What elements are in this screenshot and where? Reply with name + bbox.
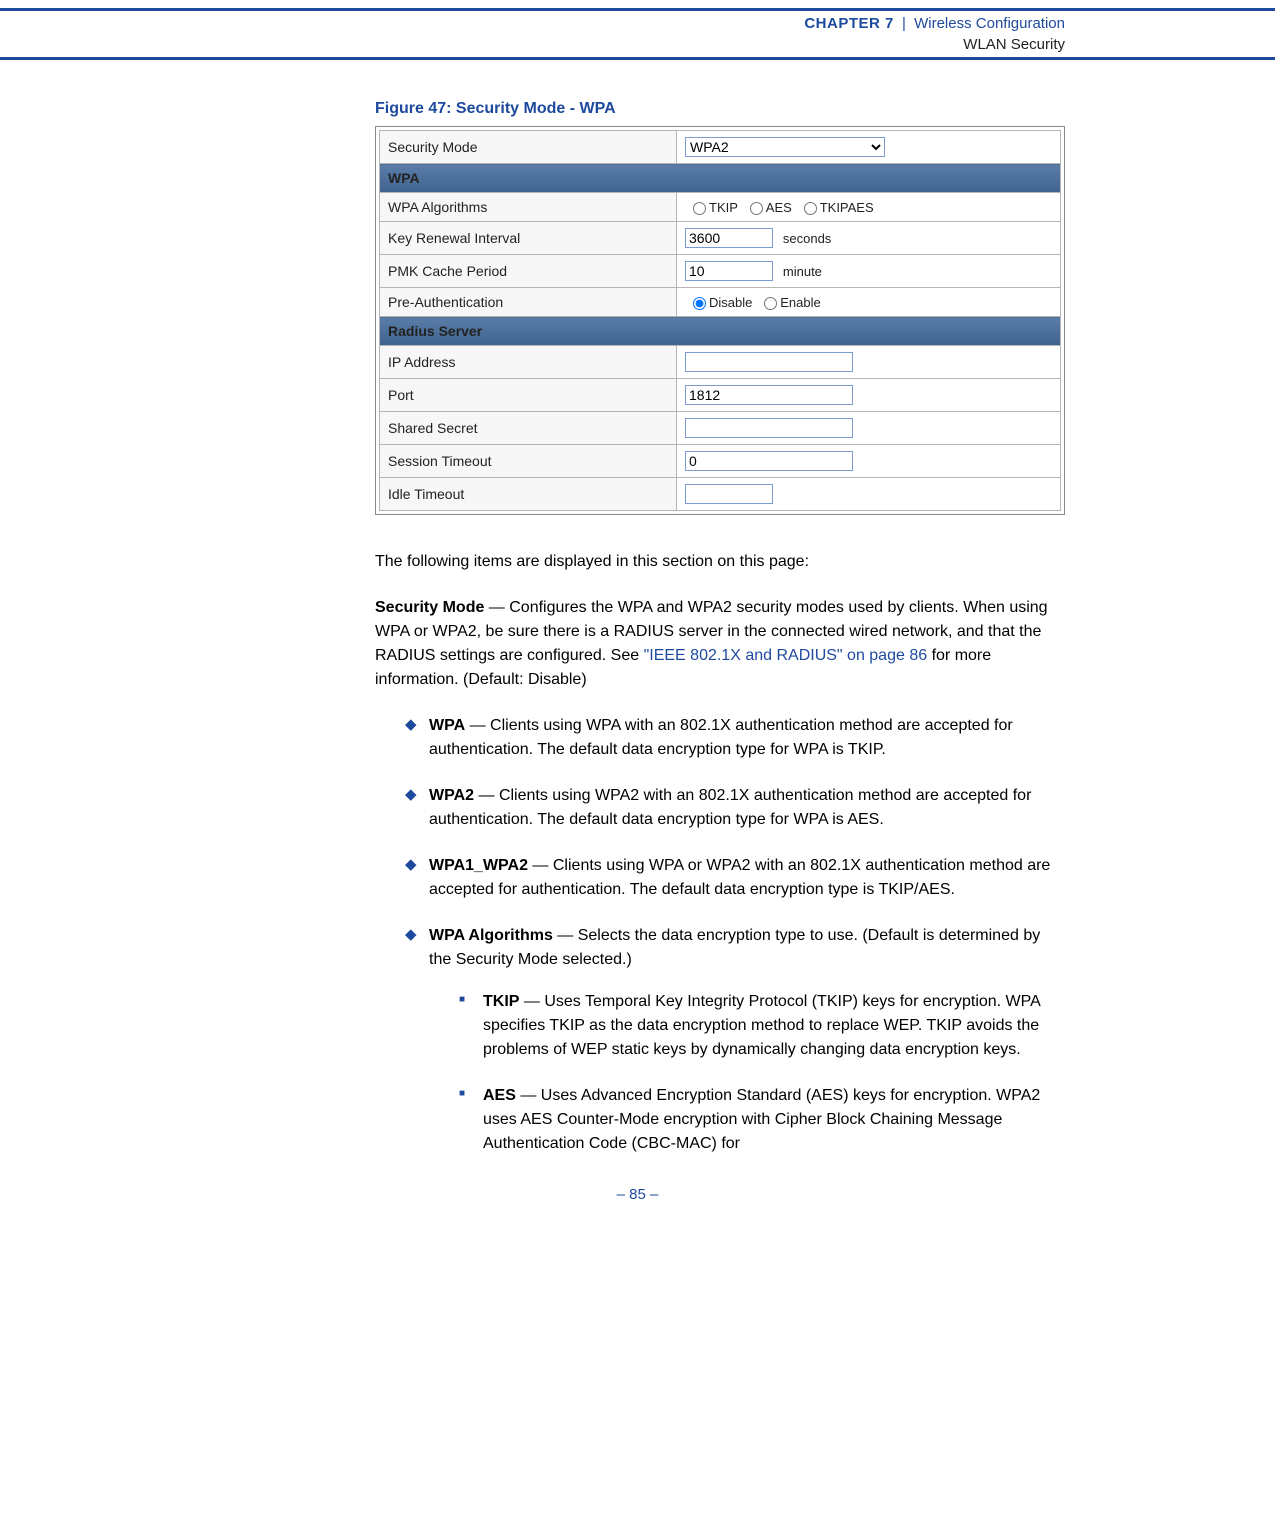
item-wpa1-wpa2: WPA1_WPA2 — Clients using WPA or WPA2 wi…	[405, 854, 1065, 902]
text-wpa2: — Clients using WPA2 with an 802.1X auth…	[429, 787, 1031, 828]
row-session: Session Timeout	[380, 445, 1061, 478]
subitem-tkip: TKIP — Uses Temporal Key Integrity Proto…	[459, 990, 1065, 1062]
item-wpa: WPA — Clients using WPA with an 802.1X a…	[405, 714, 1065, 762]
radio-enable[interactable]	[764, 297, 777, 310]
label-enable: Enable	[780, 295, 820, 310]
text-wpa: — Clients using WPA with an 802.1X authe…	[429, 717, 1013, 758]
input-idle[interactable]	[685, 484, 773, 504]
unit-minute: minute	[783, 264, 822, 279]
cell-ip	[677, 346, 1061, 379]
term-wpa-algorithms: WPA Algorithms	[429, 927, 553, 944]
row-idle: Idle Timeout	[380, 478, 1061, 511]
page-header-line2: WLAN Security	[0, 36, 1275, 57]
unit-seconds: seconds	[783, 231, 831, 246]
label-port: Port	[380, 379, 677, 412]
radius-header: Radius Server	[380, 317, 1061, 346]
label-ip: IP Address	[380, 346, 677, 379]
cell-idle	[677, 478, 1061, 511]
config-table: Security Mode WPA2 WPA WPA Algorithms TK…	[379, 130, 1061, 511]
label-session: Session Timeout	[380, 445, 677, 478]
page-content: Figure 47: Security Mode - WPA Security …	[375, 100, 1065, 1156]
cell-pmk: minute	[677, 255, 1061, 288]
radio-disable[interactable]	[693, 297, 706, 310]
text-tkip: — Uses Temporal Key Integrity Protocol (…	[483, 993, 1040, 1058]
page-number: – 85 –	[0, 1186, 1275, 1223]
row-wpa-header: WPA	[380, 164, 1061, 193]
term-aes: AES	[483, 1087, 516, 1104]
label-wpa-algorithms: WPA Algorithms	[380, 193, 677, 222]
row-secret: Shared Secret	[380, 412, 1061, 445]
security-mode-select[interactable]: WPA2	[685, 137, 885, 157]
label-preauth: Pre-Authentication	[380, 288, 677, 317]
cell-wpa-algorithms: TKIP AES TKIPAES	[677, 193, 1061, 222]
cell-security-mode: WPA2	[677, 131, 1061, 164]
input-key-renewal[interactable]	[685, 228, 773, 248]
radio-tkip[interactable]	[693, 202, 706, 215]
cell-key-renewal: seconds	[677, 222, 1061, 255]
figure-screenshot: Security Mode WPA2 WPA WPA Algorithms TK…	[375, 126, 1065, 515]
text-aes: — Uses Advanced Encryption Standard (AES…	[483, 1087, 1040, 1152]
row-radius-header: Radius Server	[380, 317, 1061, 346]
radio-aes[interactable]	[750, 202, 763, 215]
radio-tkipaes[interactable]	[804, 202, 817, 215]
figure-caption: Figure 47: Security Mode - WPA	[375, 100, 1065, 118]
chapter-label: CHAPTER 7	[804, 15, 894, 32]
row-wpa-algorithms: WPA Algorithms TKIP AES TKIPAES	[380, 193, 1061, 222]
input-session[interactable]	[685, 451, 853, 471]
label-disable: Disable	[709, 295, 752, 310]
page-header-line1: CHAPTER 7 | Wireless Configuration	[0, 11, 1275, 36]
term-wpa2: WPA2	[429, 787, 474, 804]
square-list: TKIP — Uses Temporal Key Integrity Proto…	[459, 990, 1065, 1156]
wpa-header: WPA	[380, 164, 1061, 193]
subitem-aes: AES — Uses Advanced Encryption Standard …	[459, 1084, 1065, 1156]
term-wpa1-wpa2: WPA1_WPA2	[429, 857, 528, 874]
cell-preauth: Disable Enable	[677, 288, 1061, 317]
row-port: Port	[380, 379, 1061, 412]
cell-port	[677, 379, 1061, 412]
header-rule-bottom	[0, 57, 1275, 60]
input-port[interactable]	[685, 385, 853, 405]
row-pmk: PMK Cache Period minute	[380, 255, 1061, 288]
label-aes: AES	[766, 200, 792, 215]
label-tkip: TKIP	[709, 200, 738, 215]
label-pmk: PMK Cache Period	[380, 255, 677, 288]
input-ip[interactable]	[685, 352, 853, 372]
item-wpa-algorithms: WPA Algorithms — Selects the data encryp…	[405, 924, 1065, 1156]
label-security-mode: Security Mode	[380, 131, 677, 164]
diamond-list: WPA — Clients using WPA with an 802.1X a…	[405, 714, 1065, 1156]
header-divider: |	[898, 15, 910, 32]
term-security-mode: Security Mode	[375, 599, 484, 616]
term-tkip: TKIP	[483, 993, 519, 1010]
link-ieee-8021x[interactable]: "IEEE 802.1X and RADIUS" on page 86	[644, 647, 928, 664]
label-tkipaes: TKIPAES	[820, 200, 874, 215]
term-wpa: WPA	[429, 717, 465, 734]
cell-secret	[677, 412, 1061, 445]
item-wpa2: WPA2 — Clients using WPA2 with an 802.1X…	[405, 784, 1065, 832]
row-ip: IP Address	[380, 346, 1061, 379]
row-preauth: Pre-Authentication Disable Enable	[380, 288, 1061, 317]
label-idle: Idle Timeout	[380, 478, 677, 511]
label-key-renewal: Key Renewal Interval	[380, 222, 677, 255]
input-secret[interactable]	[685, 418, 853, 438]
intro-text: The following items are displayed in thi…	[375, 550, 1065, 574]
section-label: Wireless Configuration	[914, 15, 1065, 32]
cell-session	[677, 445, 1061, 478]
row-key-renewal: Key Renewal Interval seconds	[380, 222, 1061, 255]
row-security-mode: Security Mode WPA2	[380, 131, 1061, 164]
label-secret: Shared Secret	[380, 412, 677, 445]
security-mode-paragraph: Security Mode — Configures the WPA and W…	[375, 596, 1065, 692]
input-pmk[interactable]	[685, 261, 773, 281]
